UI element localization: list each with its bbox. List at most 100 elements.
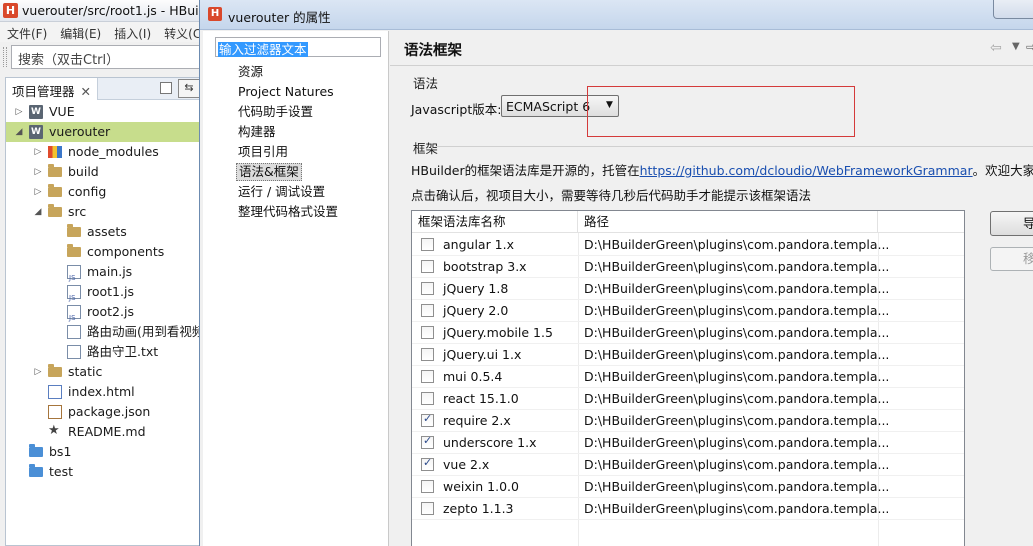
project-panel-tabbar: 项目管理器 ✕ ⇆ xyxy=(6,78,204,100)
framework-checkbox[interactable] xyxy=(421,304,434,317)
menu-edit[interactable]: 编辑(E) xyxy=(53,22,107,42)
collapsed-arrow-icon[interactable]: ▷ xyxy=(33,362,43,382)
tree-item[interactable]: ▷ static xyxy=(6,362,204,382)
tree-item[interactable]: ▷ build xyxy=(6,162,204,182)
table-row[interactable]: angular 1.x D:\HBuilderGreen\plugins\com.… xyxy=(412,234,964,256)
framework-checkbox[interactable] xyxy=(421,480,434,493)
framework-checkbox[interactable] xyxy=(421,392,434,405)
project-icon: W xyxy=(29,105,43,119)
nav-item[interactable]: 构建器 xyxy=(236,123,278,141)
expanded-arrow-icon[interactable]: ◢ xyxy=(33,202,43,222)
tree-item[interactable]: ▷ node_modules xyxy=(6,142,204,162)
nav-item[interactable]: 资源 xyxy=(236,63,265,81)
table-row[interactable]: zepto 1.1.3 D:\HBuilderGreen\plugins\com.… xyxy=(412,498,964,520)
nav-item[interactable]: 项目引用 xyxy=(236,143,290,161)
tree-item[interactable]: test xyxy=(6,462,204,482)
collapsed-arrow-icon[interactable]: ▷ xyxy=(14,102,24,122)
menu-escape[interactable]: 转义(C xyxy=(157,22,205,42)
filter-input[interactable]: 输入过滤器文本 xyxy=(215,37,381,57)
tree-item-label: root1.js xyxy=(87,284,134,299)
framework-name: react 15.1.0 xyxy=(443,391,519,406)
table-row[interactable]: ✓ vue 2.x D:\HBuilderGreen\plugins\com.pan… xyxy=(412,454,964,476)
nav-item[interactable]: 语法&框架 xyxy=(236,163,302,181)
dialog-titlebar[interactable]: H vuerouter 的属性 xyxy=(200,0,1033,30)
table-row[interactable]: jQuery.ui 1.x D:\HBuilderGreen\plugins\co… xyxy=(412,344,964,366)
property-nav-panel: 输入过滤器文本 资源 Project Natures 代码助手设置 构建器项目引用语法… xyxy=(203,31,389,546)
tree-item-label: index.html xyxy=(68,384,135,399)
framework-checkbox[interactable] xyxy=(421,348,434,361)
tree-item[interactable]: main.js xyxy=(6,262,204,288)
framework-checkbox[interactable]: ✓ xyxy=(421,456,434,471)
framework-grammar-link[interactable]: https://github.com/dcloudio/WebFramework… xyxy=(640,163,973,178)
framework-path: D:\HBuilderGreen\plugins\com.pandora.tem… xyxy=(584,501,890,516)
framework-checkbox[interactable] xyxy=(421,370,434,383)
framework-table: 框架语法库名称 路径 angular 1.x D:\HBuilderGreen\p… xyxy=(411,210,965,546)
tree-item[interactable]: bs1 xyxy=(6,442,204,462)
tree-item[interactable]: ◢ Wvuerouter xyxy=(6,122,204,142)
table-row[interactable]: mui 0.5.4 D:\HBuilderGreen\plugins\com.pa… xyxy=(412,366,964,388)
framework-checkbox[interactable] xyxy=(421,260,434,273)
tree-item-label: 路由动画(用到看视频 xyxy=(87,324,205,339)
close-icon[interactable]: ✕ xyxy=(81,84,91,99)
tree-item[interactable]: package.json xyxy=(6,402,204,422)
menu-file[interactable]: 文件(F) xyxy=(0,22,53,42)
tree-item[interactable]: 路由动画(用到看视频 xyxy=(6,322,204,342)
framework-path: D:\HBuilderGreen\plugins\com.pandora.tem… xyxy=(584,457,890,472)
framework-checkbox[interactable]: ✓ xyxy=(421,434,434,449)
expanded-arrow-icon[interactable]: ◢ xyxy=(14,122,24,142)
framework-checkbox[interactable] xyxy=(421,326,434,339)
table-row[interactable]: bootstrap 3.x D:\HBuilderGreen\plugins\co… xyxy=(412,256,964,278)
filter-input-text: 输入过滤器文本 xyxy=(218,42,308,57)
tree-item[interactable]: ◢ src xyxy=(6,202,204,222)
dialog-title: vuerouter 的属性 xyxy=(228,10,331,25)
table-row[interactable]: jQuery 1.8 D:\HBuilderGreen\plugins\com.p… xyxy=(412,278,964,300)
checkmark-icon: ✓ xyxy=(423,412,433,425)
chevron-down-icon[interactable]: ▼ xyxy=(1012,41,1020,52)
framework-desc-suffix: 。欢迎大家修改和 xyxy=(972,163,1033,178)
import-button[interactable]: 导 xyxy=(990,211,1033,236)
tree-item[interactable]: ★ README.md xyxy=(6,422,204,442)
tree-item[interactable]: ▷ W VUE xyxy=(6,102,204,122)
framework-name: mui 0.5.4 xyxy=(443,369,503,384)
hbuilder-logo-icon: H xyxy=(3,3,18,18)
tree-item[interactable]: 路由守卫.txt xyxy=(6,342,204,362)
column-header-name[interactable]: 框架语法库名称 xyxy=(412,211,578,233)
table-row[interactable]: ✓ require 2.x D:\HBuilderGreen\plugins\com… xyxy=(412,410,964,432)
nav-item[interactable]: 运行 / 调试设置 xyxy=(236,183,327,201)
framework-checkbox[interactable] xyxy=(421,238,434,251)
tree-item-label: package.json xyxy=(68,404,151,419)
nav-item[interactable]: Project Natures xyxy=(236,83,336,101)
nav-item[interactable]: 代码助手设置 xyxy=(236,103,315,121)
framework-checkbox[interactable] xyxy=(421,282,434,295)
table-row[interactable]: weixin 1.0.0 D:\HBuilderGreen\plugins\com… xyxy=(412,476,964,498)
tree-item[interactable]: components xyxy=(6,242,204,262)
tree-item[interactable]: root2.js xyxy=(6,302,204,328)
collapsed-arrow-icon[interactable]: ▷ xyxy=(33,162,43,182)
toolbar-grip[interactable] xyxy=(3,47,7,67)
menu-insert[interactable]: 插入(I) xyxy=(107,22,157,42)
back-arrow-icon[interactable]: ⇦ xyxy=(990,40,1002,56)
nav-item[interactable]: 整理代码格式设置 xyxy=(236,203,340,221)
link-editor-icon[interactable]: ⇆ xyxy=(178,79,200,98)
ide-window-title: vuerouter/src/root1.js - HBuil xyxy=(22,3,203,18)
framework-name: bootstrap 3.x xyxy=(443,259,527,274)
collapsed-arrow-icon[interactable]: ▷ xyxy=(33,182,43,202)
table-row[interactable]: ✓ underscore 1.x D:\HBuilderGreen\plugins\… xyxy=(412,432,964,454)
table-row[interactable]: jQuery 2.0 D:\HBuilderGreen\plugins\com.p… xyxy=(412,300,964,322)
collapsed-arrow-icon[interactable]: ▷ xyxy=(33,142,43,162)
framework-checkbox[interactable]: ✓ xyxy=(421,412,434,427)
collapse-all-icon[interactable] xyxy=(160,82,172,94)
tree-item[interactable]: root1.js xyxy=(6,282,204,308)
column-header-path[interactable]: 路径 xyxy=(578,211,878,233)
framework-checkbox[interactable] xyxy=(421,502,434,515)
tree-item[interactable]: ▷ config xyxy=(6,182,204,202)
forward-arrow-icon[interactable]: ⇨ xyxy=(1026,40,1033,54)
tree-item[interactable]: index.html xyxy=(6,382,204,402)
project-manager-tab[interactable]: 项目管理器 ✕ xyxy=(6,78,98,100)
table-row[interactable]: react 15.1.0 D:\HBuilderGreen\plugins\com… xyxy=(412,388,964,410)
ide-search-input[interactable]: 搜索（双击Ctrl） xyxy=(11,45,205,69)
tree-item[interactable]: assets xyxy=(6,222,204,242)
table-row[interactable]: jQuery.mobile 1.5 D:\HBuilderGreen\plugin… xyxy=(412,322,964,344)
remove-button[interactable]: 移 xyxy=(990,247,1033,271)
window-close-button[interactable] xyxy=(993,0,1033,19)
